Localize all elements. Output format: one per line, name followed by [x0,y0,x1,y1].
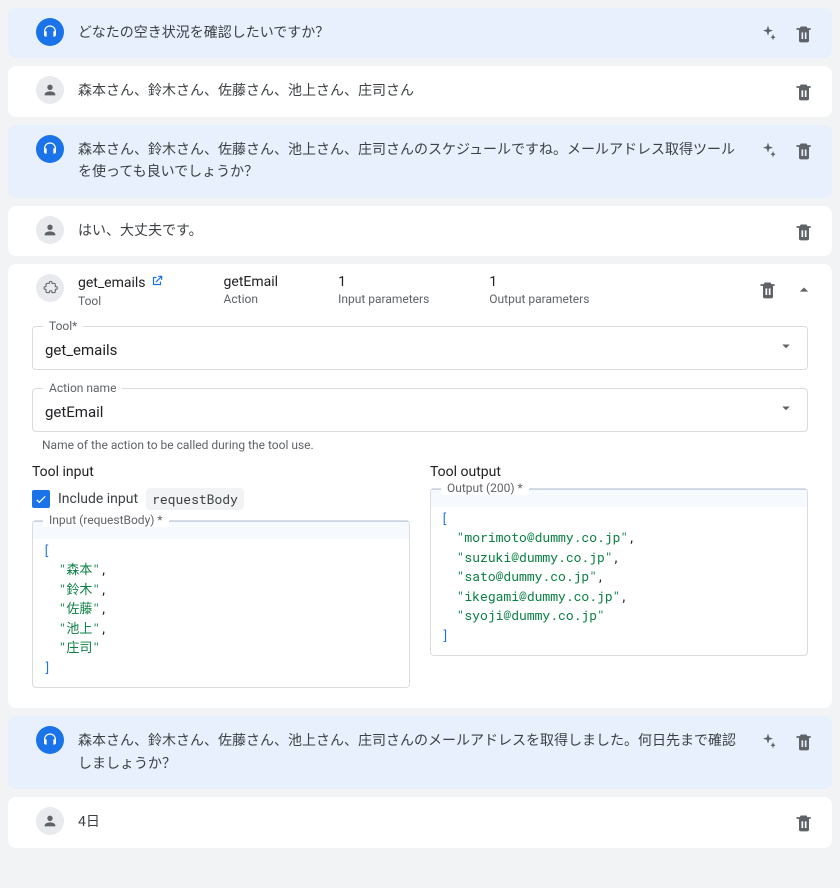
delete-button[interactable] [790,218,818,246]
assistant-message: 森本さん、鈴木さん、佐藤さん、池上さん、庄司さんのメールアドレスを取得しました。… [8,716,832,789]
extension-icon [36,274,64,302]
user-message: 4日 [8,797,832,847]
message-text: どなたの空き状況を確認したいですか？ [78,18,740,48]
message-text: 森本さん、鈴木さん、佐藤さん、池上さん、庄司さん [78,76,776,106]
action-helper-text: Name of the action to be called during t… [42,438,808,452]
tool-output-title: Tool output [430,464,808,480]
assistant-avatar-icon [36,726,64,754]
chevron-down-icon [777,337,795,359]
input-json-field[interactable]: Input (requestBody) * [ "森本", "鈴木", "佐藤"… [32,520,410,689]
action-select-value: getEmail [45,403,795,421]
input-json-content[interactable]: [ "森本", "鈴木", "佐藤", "池上", "庄司" ] [43,541,399,678]
delete-button[interactable] [790,728,818,756]
tool-name-sublabel: Tool [78,294,164,308]
output-param-sublabel: Output parameters [489,292,589,306]
input-json-label: Input (requestBody) * [43,513,169,527]
user-avatar-icon [36,76,64,104]
delete-button[interactable] [790,809,818,837]
output-json-content[interactable]: [ "morimoto@dummy.co.jp", "suzuki@dummy.… [441,509,797,646]
tool-select-value: get_emails [45,341,795,359]
delete-button[interactable] [754,276,782,304]
action-select-label: Action name [43,381,122,395]
action-name: getEmail [224,274,279,290]
assistant-message: どなたの空き状況を確認したいですか？ [8,8,832,58]
input-param-sublabel: Input parameters [338,292,429,306]
action-sublabel: Action [224,292,279,306]
user-avatar-icon [36,807,64,835]
include-input-label: Include input [58,491,138,507]
message-text: はい、大丈夫です。 [78,216,776,246]
open-external-icon[interactable] [150,274,164,292]
output-json-field[interactable]: Output (200) * [ "morimoto@dummy.co.jp",… [430,488,808,657]
include-input-checkbox[interactable] [32,490,50,508]
assistant-avatar-icon [36,18,64,46]
chevron-down-icon [777,399,795,421]
message-text: 4日 [78,807,776,837]
sparkle-icon[interactable] [754,137,782,165]
sparkle-icon[interactable] [754,20,782,48]
tool-select-label: Tool* [43,319,83,333]
output-param-count: 1 [489,274,589,290]
message-text: 森本さん、鈴木さん、佐藤さん、池上さん、庄司さんのスケジュールですね。メールアド… [78,135,740,188]
tool-name: get_emails [78,275,146,291]
collapse-button[interactable] [790,276,818,304]
user-message: はい、大丈夫です。 [8,206,832,256]
tool-input-title: Tool input [32,464,410,480]
input-param-count: 1 [338,274,429,290]
action-select[interactable]: Action name getEmail [32,388,808,432]
delete-button[interactable] [790,137,818,165]
assistant-avatar-icon [36,135,64,163]
sparkle-icon[interactable] [754,728,782,756]
output-json-label: Output (200) * [441,481,529,495]
user-avatar-icon [36,216,64,244]
delete-button[interactable] [790,78,818,106]
assistant-message: 森本さん、鈴木さん、佐藤さん、池上さん、庄司さんのスケジュールですね。メールアド… [8,125,832,198]
request-body-badge: requestBody [146,488,244,510]
tool-select[interactable]: Tool* get_emails [32,326,808,370]
user-message: 森本さん、鈴木さん、佐藤さん、池上さん、庄司さん [8,66,832,116]
message-text: 森本さん、鈴木さん、佐藤さん、池上さん、庄司さんのメールアドレスを取得しました。… [78,726,740,779]
delete-button[interactable] [790,20,818,48]
tool-invocation-card: get_emails Tool getEmail Action 1 Input … [8,264,832,709]
